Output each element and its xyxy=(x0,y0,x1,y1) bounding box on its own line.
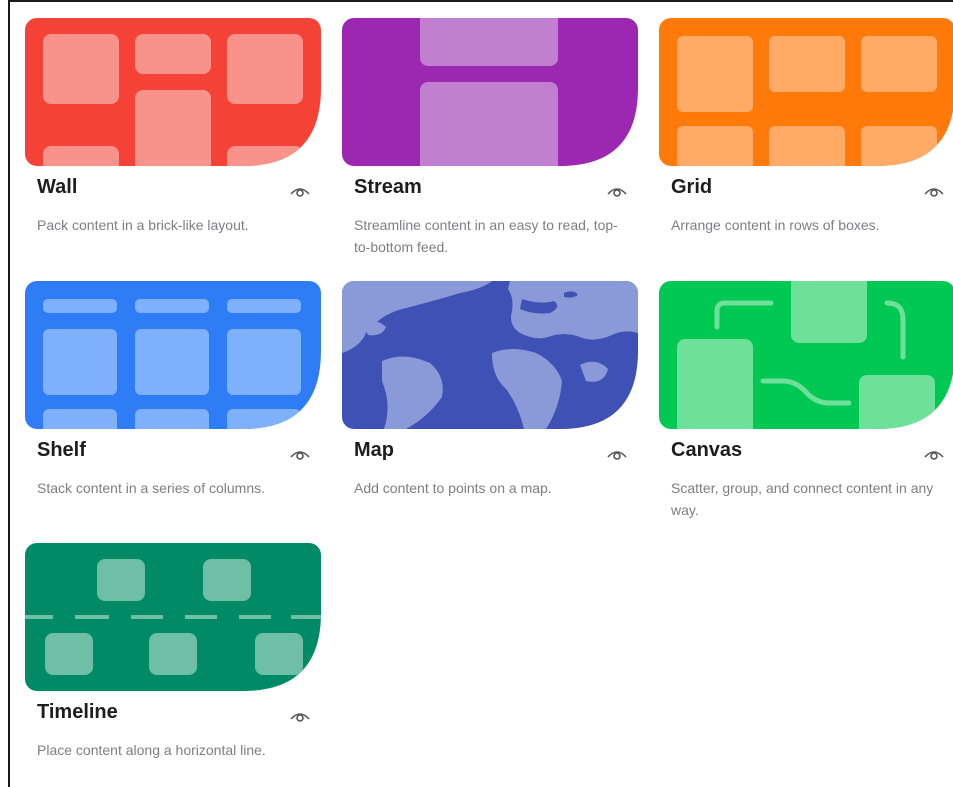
layout-card-shelf[interactable]: Shelf Stack content in a series of colum… xyxy=(25,281,321,496)
layout-card-stream[interactable]: Stream Streamline content in an easy to … xyxy=(342,18,638,255)
canvas-description: Scatter, group, and connect content in a… xyxy=(671,480,934,518)
wall-thumbnail xyxy=(25,18,321,166)
eye-icon[interactable] xyxy=(604,441,630,465)
map-title: Map xyxy=(354,439,394,461)
eye-icon[interactable] xyxy=(287,178,313,202)
timeline-title: Timeline xyxy=(37,701,118,723)
eye-icon[interactable] xyxy=(921,178,947,202)
grid-thumbnail xyxy=(659,18,953,166)
stream-title: Stream xyxy=(354,176,422,198)
layout-card-map[interactable]: Map Add content to points on a map. xyxy=(342,281,638,496)
eye-icon[interactable] xyxy=(287,441,313,465)
shelf-thumbnail xyxy=(25,281,321,429)
layout-card-wall[interactable]: Wall Pack content in a brick-like layout… xyxy=(25,18,321,233)
wall-title: Wall xyxy=(37,176,78,198)
map-description: Add content to points on a map. xyxy=(354,480,552,496)
wall-description: Pack content in a brick-like layout. xyxy=(37,217,249,233)
map-thumbnail xyxy=(342,281,638,429)
layout-card-grid[interactable]: Grid Arrange content in rows of boxes. xyxy=(659,18,953,233)
eye-icon[interactable] xyxy=(604,178,630,202)
stream-thumbnail xyxy=(342,18,638,166)
shelf-title: Shelf xyxy=(37,439,86,461)
layout-card-canvas[interactable]: Canvas Scatter, group, and connect conte… xyxy=(659,281,953,518)
shelf-description: Stack content in a series of columns. xyxy=(37,480,265,496)
eye-icon[interactable] xyxy=(921,441,947,465)
grid-title: Grid xyxy=(671,176,713,198)
timeline-thumbnail xyxy=(25,543,321,691)
canvas-thumbnail xyxy=(659,281,953,429)
canvas-title: Canvas xyxy=(671,439,743,461)
stream-description: Streamline content in an easy to read, t… xyxy=(354,217,618,255)
layout-card-timeline[interactable]: Timeline Place content along a horizonta… xyxy=(25,543,321,758)
eye-icon[interactable] xyxy=(287,703,313,727)
grid-description: Arrange content in rows of boxes. xyxy=(671,217,880,233)
timeline-description: Place content along a horizontal line. xyxy=(37,742,266,758)
